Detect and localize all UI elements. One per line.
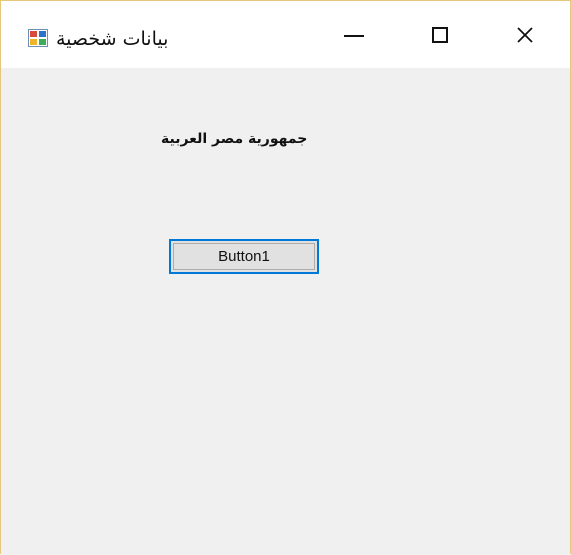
maximize-icon — [432, 26, 448, 43]
button1[interactable]: Button1 — [169, 239, 319, 274]
minimize-icon — [344, 34, 364, 37]
maximize-button[interactable] — [394, 1, 486, 68]
window-title: بيانات شخصية — [56, 28, 169, 50]
windows-form-icon — [28, 29, 48, 47]
country-label: جمهورية مصر العربية — [161, 131, 308, 147]
title-bar[interactable]: بيانات شخصية — [1, 1, 570, 68]
close-button[interactable] — [480, 1, 570, 68]
button1-label: Button1 — [173, 243, 315, 270]
close-icon — [517, 26, 533, 43]
application-window: بيانات شخصية جمهورية مصر العربية Button1 — [0, 0, 571, 555]
minimize-button[interactable] — [308, 1, 400, 68]
form-client-area: جمهورية مصر العربية Button1 — [1, 68, 570, 555]
